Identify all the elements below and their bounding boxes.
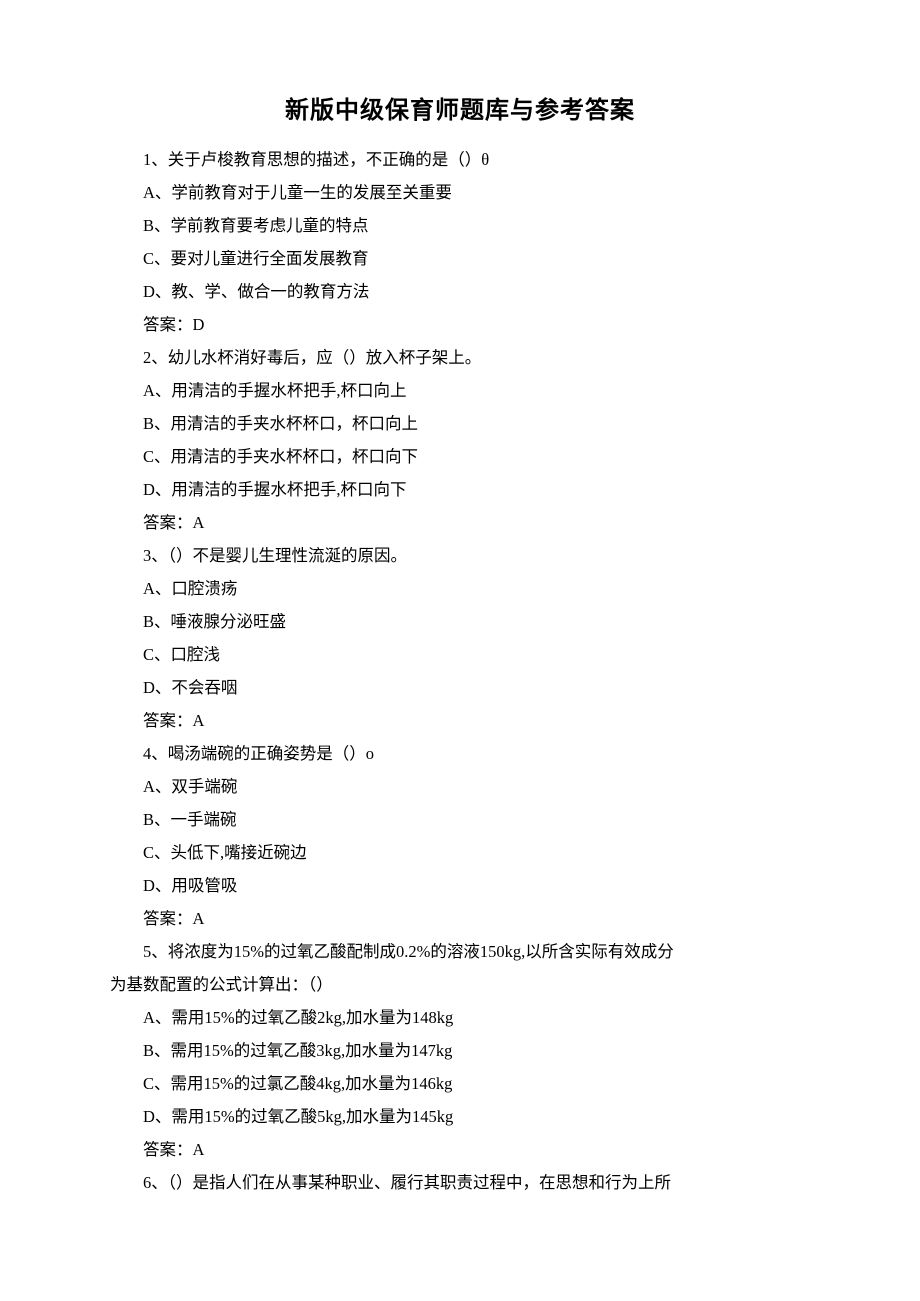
text-line: C、要对儿童进行全面发展教育 — [110, 242, 810, 275]
text-line: B、一手端碗 — [110, 803, 810, 836]
text-line: D、不会吞咽 — [110, 671, 810, 704]
document-page: 新版中级保育师题库与参考答案 1、关于卢梭教育思想的描述，不正确的是（）θA、学… — [0, 0, 920, 1259]
text-line: 5、将浓度为15%的过氧乙酸配制成0.2%的溶液150kg,以所含实际有效成分 — [110, 935, 810, 968]
text-line: A、用清洁的手握水杯把手,杯口向上 — [110, 374, 810, 407]
text-line: A、需用15%的过氧乙酸2kg,加水量为148kg — [110, 1001, 810, 1034]
text-line: C、用清洁的手夹水杯杯口，杯口向下 — [110, 440, 810, 473]
text-line: A、口腔溃疡 — [110, 572, 810, 605]
text-line: C、需用15%的过氯乙酸4kg,加水量为146kg — [110, 1067, 810, 1100]
text-line: A、学前教育对于儿童一生的发展至关重要 — [110, 176, 810, 209]
text-line: 6、（）是指人们在从事某种职业、履行其职责过程中，在思想和行为上所 — [110, 1166, 810, 1199]
text-line: 答案：A — [110, 1133, 810, 1166]
text-line: B、需用15%的过氧乙酸3kg,加水量为147kg — [110, 1034, 810, 1067]
text-line: B、学前教育要考虑儿童的特点 — [110, 209, 810, 242]
text-line: 1、关于卢梭教育思想的描述，不正确的是（）θ — [110, 143, 810, 176]
text-line: D、用清洁的手握水杯把手,杯口向下 — [110, 473, 810, 506]
text-line: 为基数配置的公式计算出：（） — [110, 968, 810, 1001]
text-line: 答案：A — [110, 902, 810, 935]
document-title: 新版中级保育师题库与参考答案 — [110, 90, 810, 125]
text-line: 答案：A — [110, 704, 810, 737]
text-line: A、双手端碗 — [110, 770, 810, 803]
text-line: D、需用15%的过氧乙酸5kg,加水量为145kg — [110, 1100, 810, 1133]
text-line: 4、喝汤端碗的正确姿势是（）o — [110, 737, 810, 770]
text-line: C、口腔浅 — [110, 638, 810, 671]
text-line: B、用清洁的手夹水杯杯口，杯口向上 — [110, 407, 810, 440]
text-line: 3、（）不是婴儿生理性流涎的原因。 — [110, 539, 810, 572]
text-line: 答案：A — [110, 506, 810, 539]
text-line: D、教、学、做合一的教育方法 — [110, 275, 810, 308]
document-body: 1、关于卢梭教育思想的描述，不正确的是（）θA、学前教育对于儿童一生的发展至关重… — [110, 143, 810, 1199]
text-line: C、头低下,嘴接近碗边 — [110, 836, 810, 869]
text-line: D、用吸管吸 — [110, 869, 810, 902]
text-line: 答案：D — [110, 308, 810, 341]
text-line: B、唾液腺分泌旺盛 — [110, 605, 810, 638]
text-line: 2、幼儿水杯消好毒后，应（）放入杯子架上。 — [110, 341, 810, 374]
